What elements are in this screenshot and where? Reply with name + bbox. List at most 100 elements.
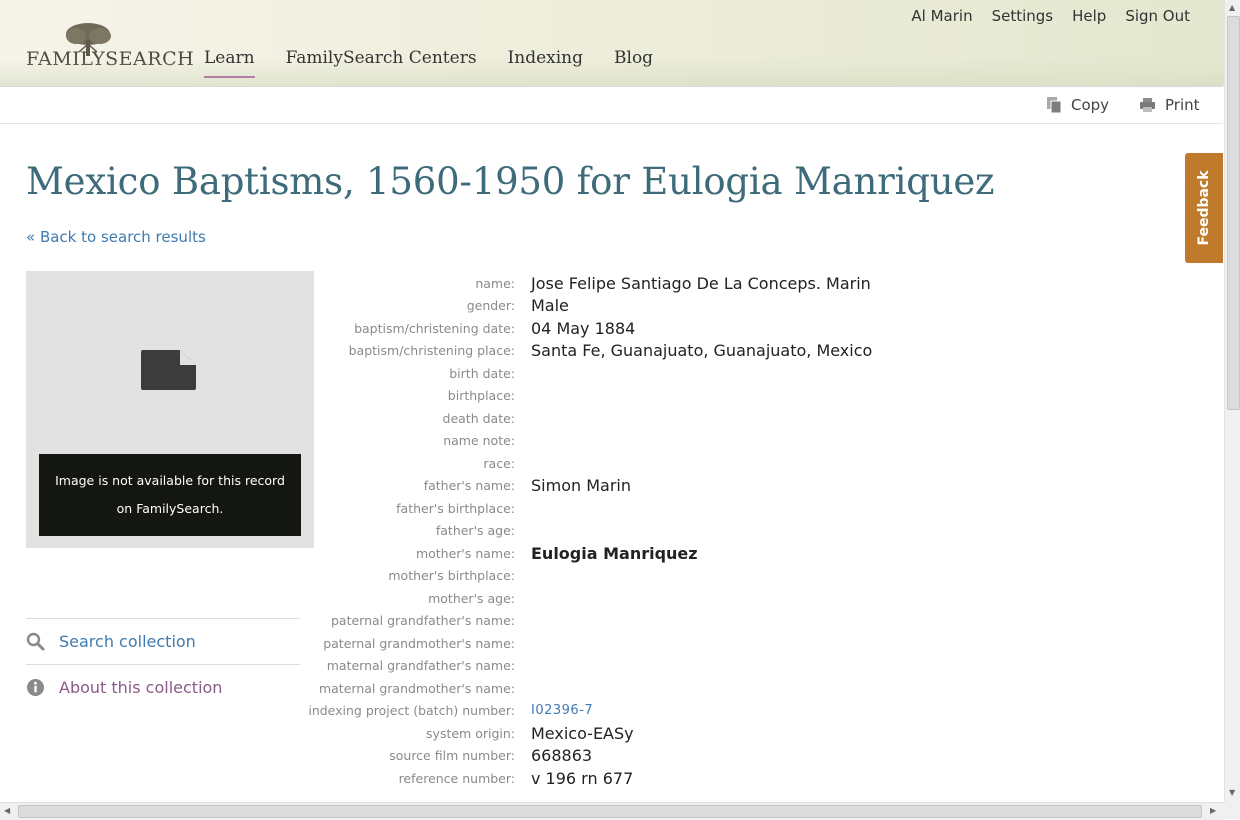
record-field-value: Eulogia Manriquez: [531, 543, 698, 563]
record-field-value: v 196 rn 677: [531, 768, 634, 788]
record-field-label: indexing project (batch) number:: [308, 703, 515, 719]
sign-out-link[interactable]: Sign Out: [1125, 7, 1190, 25]
record-field-label: gender:: [466, 298, 515, 314]
record-details: name: Jose Felipe Santiago De La Conceps.…: [300, 272, 1000, 790]
nav-learn[interactable]: Learn: [204, 48, 255, 78]
search-collection-label: Search collection: [59, 632, 196, 651]
help-link[interactable]: Help: [1072, 7, 1106, 25]
nav-familysearch-centers[interactable]: FamilySearch Centers: [286, 48, 477, 78]
record-field-label: birth date:: [449, 365, 515, 381]
copy-label: Copy: [1071, 96, 1110, 114]
batch-number-link[interactable]: I02396-7: [531, 703, 593, 718]
feedback-tab[interactable]: Feedback: [1185, 153, 1223, 263]
document-icon: [141, 350, 196, 390]
copy-button[interactable]: Copy: [1046, 96, 1109, 114]
nav-blog[interactable]: Blog: [614, 48, 653, 78]
record-field-label: mother's name:: [415, 545, 515, 561]
record-field-label: baptism/christening date:: [354, 320, 515, 336]
scroll-up-arrow-icon[interactable]: ▲: [1229, 3, 1235, 12]
record-field-label: death date:: [442, 410, 515, 426]
record-field-value: Santa Fe, Guanajuato, Guanajuato, Mexico: [531, 341, 873, 361]
record-field-value: Male: [531, 296, 569, 316]
record-field-row: father's age:: [300, 520, 1000, 543]
record-field-row: name note:: [300, 430, 1000, 453]
collection-links: Search collection About this collection: [26, 618, 300, 710]
search-icon: [26, 632, 45, 651]
record-toolbar: Copy Print: [0, 86, 1223, 124]
page-title: Mexico Baptisms, 1560-1950 for Eulogia M…: [26, 160, 995, 203]
record-field-row: maternal grandmother's name:: [300, 677, 1000, 700]
record-image-placeholder: Image is not available for this record o…: [26, 271, 314, 548]
nav-indexing[interactable]: Indexing: [508, 48, 583, 78]
record-field-label: father's name:: [423, 478, 515, 494]
familysearch-logo[interactable]: FAMILYSEARCH: [26, 22, 194, 70]
record-field-value: Simon Marin: [531, 476, 631, 496]
image-message-line2: on FamilySearch.: [116, 501, 224, 516]
about-collection-label: About this collection: [59, 678, 223, 697]
info-icon: [27, 679, 44, 696]
record-field-row: father's name: Simon Marin: [300, 475, 1000, 498]
record-field-row: system origin: Mexico-EASy: [300, 722, 1000, 745]
record-field-value: 04 May 1884: [531, 318, 636, 338]
horizontal-scrollbar[interactable]: ◀ ▶: [0, 802, 1224, 820]
record-field-label: paternal grandfather's name:: [330, 613, 515, 629]
record-field-row: baptism/christening place: Santa Fe, Guan…: [300, 340, 1000, 363]
record-field-row: gender: Male: [300, 295, 1000, 318]
record-field-row: mother's age:: [300, 587, 1000, 610]
print-label: Print: [1165, 96, 1200, 114]
record-field-row: reference number: v 196 rn 677: [300, 767, 1000, 790]
record-field-row: birthplace:: [300, 385, 1000, 408]
record-field-row: maternal grandfather's name:: [300, 655, 1000, 678]
record-field-row: paternal grandmother's name:: [300, 632, 1000, 655]
scroll-right-arrow-icon[interactable]: ▶: [1210, 806, 1216, 815]
print-button[interactable]: Print: [1139, 96, 1200, 114]
user-name-link[interactable]: Al Marin: [911, 7, 972, 25]
settings-link[interactable]: Settings: [992, 7, 1054, 25]
record-field-label: maternal grandfather's name:: [326, 658, 515, 674]
record-field-label: mother's age:: [428, 590, 515, 606]
main-nav: Learn FamilySearch Centers Indexing Blog: [204, 48, 684, 78]
record-field-row: race:: [300, 452, 1000, 475]
site-header: FAMILYSEARCH Learn FamilySearch Centers …: [0, 0, 1224, 86]
record-field-row: mother's name: Eulogia Manriquez: [300, 542, 1000, 565]
record-field-value: 668863: [531, 746, 593, 766]
record-field-label: birthplace:: [447, 388, 515, 404]
scroll-down-arrow-icon[interactable]: ▼: [1229, 788, 1235, 797]
back-to-search-results-link[interactable]: « Back to search results: [26, 228, 206, 246]
record-field-row: paternal grandfather's name:: [300, 610, 1000, 633]
record-field-row: name: Jose Felipe Santiago De La Conceps.…: [300, 272, 1000, 295]
vertical-scrollbar[interactable]: ▲ ▼: [1224, 0, 1240, 802]
record-field-label: system origin:: [426, 725, 515, 741]
logo-text: FAMILYSEARCH: [26, 48, 195, 70]
record-field-value: Mexico-EASy: [531, 723, 634, 743]
record-field-value: Jose Felipe Santiago De La Conceps. Mari…: [531, 273, 871, 293]
record-field-row: indexing project (batch) number: I02396-7: [300, 700, 1000, 723]
record-field-row: mother's birthplace:: [300, 565, 1000, 588]
image-message-line1: Image is not available for this record: [55, 473, 285, 488]
record-field-row: death date:: [300, 407, 1000, 430]
record-field-label: paternal grandmother's name:: [323, 635, 515, 651]
record-field-label: name:: [475, 275, 515, 291]
record-field-label: maternal grandmother's name:: [318, 680, 515, 696]
record-field-label: father's age:: [435, 523, 515, 539]
record-field-label: baptism/christening place:: [348, 343, 515, 359]
feedback-label: Feedback: [1196, 170, 1212, 246]
scrollbar-corner: [1224, 802, 1240, 819]
record-field-row: father's birthplace:: [300, 497, 1000, 520]
about-collection-link[interactable]: About this collection: [26, 664, 300, 710]
record-field-row: source film number: 668863: [300, 745, 1000, 768]
record-field-label: source film number:: [389, 748, 515, 764]
record-field-row: birth date:: [300, 362, 1000, 385]
user-nav: Al Marin Settings Help Sign Out: [892, 7, 1190, 25]
scroll-left-arrow-icon[interactable]: ◀: [4, 806, 10, 815]
record-field-label: reference number:: [398, 770, 515, 786]
vertical-scroll-thumb[interactable]: [1227, 16, 1240, 410]
record-field-row: baptism/christening date: 04 May 1884: [300, 317, 1000, 340]
image-unavailable-message: Image is not available for this record o…: [39, 454, 301, 536]
record-field-label: name note:: [443, 433, 515, 449]
record-field-label: race:: [483, 455, 515, 471]
search-collection-link[interactable]: Search collection: [26, 618, 300, 664]
record-field-label: father's birthplace:: [396, 500, 515, 516]
horizontal-scroll-thumb[interactable]: [18, 805, 1202, 818]
record-field-label: mother's birthplace:: [388, 568, 515, 584]
